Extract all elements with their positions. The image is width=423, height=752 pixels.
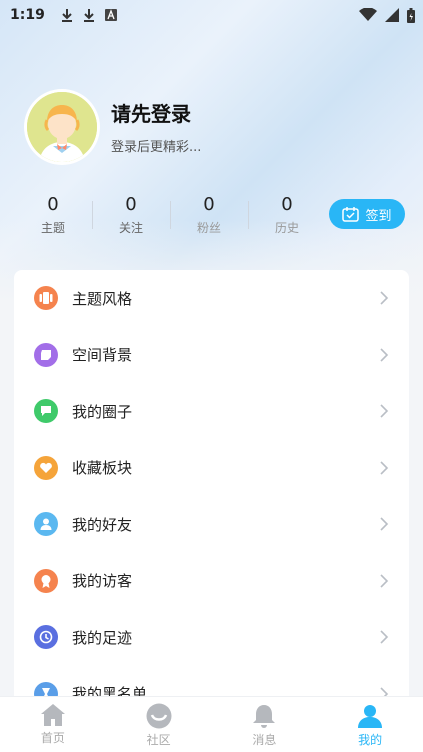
nav-label: 首页: [40, 731, 65, 745]
calendar-check-icon: [342, 206, 360, 222]
user-icon: [34, 512, 58, 537]
stat-following[interactable]: 0 关注: [92, 193, 170, 243]
community-icon: [146, 703, 172, 729]
status-time: 1:19: [10, 7, 45, 23]
chevron-right-icon: [380, 630, 389, 644]
menu-label: 我的好友: [72, 515, 133, 534]
signal-icon: [385, 8, 399, 22]
nav-home[interactable]: 首页: [0, 697, 106, 752]
menu-label: 我的圈子: [72, 402, 133, 421]
stat-label: 历史: [274, 221, 299, 235]
login-subtitle: 登录后更精彩...: [111, 140, 202, 155]
checkin-label: 签到: [365, 208, 392, 224]
nav-label: 消息: [252, 733, 277, 747]
menu-label: 收藏板块: [72, 459, 133, 478]
menu-item-visitors[interactable]: 我的访客: [14, 553, 409, 610]
chevron-right-icon: [380, 291, 389, 305]
chevron-right-icon: [380, 404, 389, 418]
bottom-nav: 首页 社区 消息 我的: [0, 696, 423, 752]
chevron-right-icon: [380, 574, 389, 588]
theme-icon: [34, 286, 58, 311]
stat-history[interactable]: 0 历史: [248, 193, 326, 243]
profile-icon: [358, 705, 383, 728]
stat-label: 关注: [118, 221, 143, 235]
menu-item-theme[interactable]: 主题风格: [14, 270, 409, 327]
stat-topics[interactable]: 0 主题: [14, 193, 92, 243]
avatar-illustration: [27, 92, 97, 162]
badge-icon: [34, 568, 58, 593]
home-icon: [40, 704, 65, 726]
download-icon: [61, 9, 72, 22]
chevron-right-icon: [380, 517, 389, 531]
stat-value: 0: [203, 194, 215, 215]
a-icon: [104, 9, 117, 21]
stat-label: 粉丝: [196, 221, 221, 235]
menu-item-footprints[interactable]: 我的足迹: [14, 609, 409, 666]
menu-label: 我的访客: [72, 572, 133, 591]
background-icon: [34, 342, 58, 367]
nav-label: 我的: [358, 733, 383, 747]
username[interactable]: 请先登录: [111, 98, 191, 127]
menu-item-favorites[interactable]: 收藏板块: [14, 440, 409, 497]
stats-row: 0 主题 0 关注 0 粉丝 0 历史: [14, 193, 326, 243]
wifi-icon: [359, 8, 377, 21]
menu-label: 我的足迹: [72, 628, 133, 647]
heart-icon: [34, 455, 58, 480]
clock-icon: [34, 625, 58, 650]
menu-item-friends[interactable]: 我的好友: [14, 496, 409, 553]
chevron-right-icon: [380, 461, 389, 475]
chevron-right-icon: [380, 348, 389, 362]
checkin-button[interactable]: 签到: [329, 199, 405, 229]
menu-label: 空间背景: [72, 346, 133, 365]
stat-label: 主题: [40, 221, 65, 235]
status-bar: 1:19: [0, 0, 423, 30]
stat-value: 0: [125, 194, 137, 215]
menu-label: 主题风格: [72, 289, 133, 308]
battery-icon: [407, 7, 415, 23]
stat-value: 0: [47, 194, 59, 215]
bell-icon: [253, 705, 276, 728]
menu-item-background[interactable]: 空间背景: [14, 327, 409, 384]
menu-item-circle[interactable]: 我的圈子: [14, 383, 409, 440]
nav-profile[interactable]: 我的: [317, 697, 423, 752]
download-icon: [83, 9, 94, 22]
nav-label: 社区: [146, 733, 171, 747]
stat-fans[interactable]: 0 粉丝: [170, 193, 248, 243]
menu-card: 主题风格 空间背景 我的圈子 收藏板块 我的好友 我的访客 我的足迹 我的黑名单: [14, 270, 409, 710]
nav-messages[interactable]: 消息: [212, 697, 318, 752]
nav-community[interactable]: 社区: [106, 697, 212, 752]
avatar[interactable]: [24, 89, 100, 165]
stat-value: 0: [281, 194, 293, 215]
chat-icon: [34, 399, 58, 424]
